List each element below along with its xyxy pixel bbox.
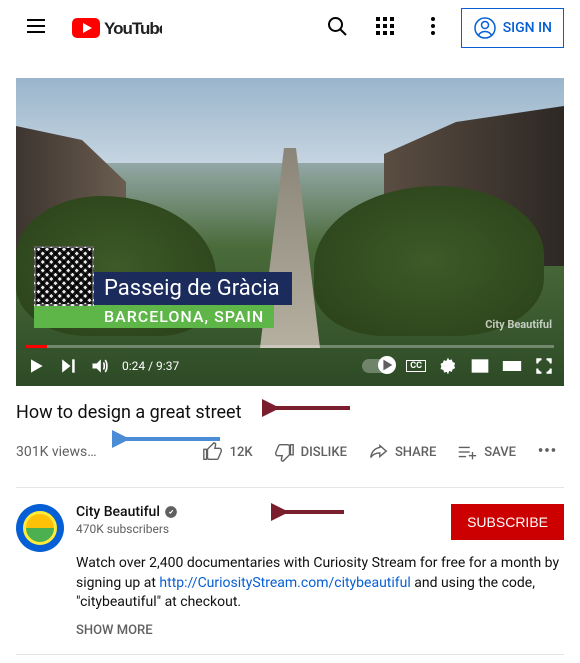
channel-top: City Beautiful 470K subscribers Subscrib… [76,504,564,540]
verified-badge-icon [164,505,178,519]
playlist-add-icon [456,441,478,463]
hamburger-menu-button[interactable] [16,6,56,50]
time-display: 0:24 / 9:37 [122,359,179,373]
thumbs-up-icon [202,441,224,463]
map-thumb-icon [34,246,94,306]
settings-gear-button[interactable] [438,356,458,376]
svg-text:YouTube: YouTube [104,19,162,38]
miniplayer-icon [470,356,490,376]
share-label: SHARE [395,445,436,460]
like-button[interactable]: 12K [196,435,259,469]
channel-watermark: City Beautiful [485,319,552,330]
signin-label: Sign In [503,20,552,36]
user-icon [473,16,497,40]
subscribe-button[interactable]: Subscribe [451,504,564,540]
signin-button[interactable]: Sign In [461,8,564,48]
separator [16,654,564,655]
action-buttons: 12K DISLIKE SHARE SAVE [196,433,564,471]
apps-button[interactable] [365,6,405,50]
controls-left: 0:24 / 9:37 [26,356,179,376]
channel-name: City Beautiful [76,504,160,520]
save-label: SAVE [484,445,516,460]
video-title: How to design a great street [16,402,564,423]
player-controls: 0:24 / 9:37 CC [16,346,564,386]
annotation-arrow [271,500,346,524]
hamburger-icon [24,14,48,38]
info-row: 301K views… 12K DISLIKE SHARE SAVE [16,433,564,471]
dislike-button[interactable]: DISLIKE [267,435,353,469]
cc-icon: CC [406,360,426,372]
dislike-label: DISLIKE [301,445,347,460]
autoplay-toggle[interactable] [362,359,394,373]
video-bg-trees [314,186,544,336]
channel-body: City Beautiful 470K subscribers Subscrib… [76,504,564,638]
search-icon [325,14,349,38]
more-actions-button[interactable] [530,433,564,471]
description-link[interactable]: http://CuriosityStream.com/citybeautiful [159,575,410,591]
like-count: 12K [230,445,253,460]
captions-button[interactable]: CC [406,360,426,372]
play-icon [26,356,46,376]
theater-icon [502,356,522,376]
view-count: 301K views… [16,444,97,460]
next-icon [58,356,78,376]
share-button[interactable]: SHARE [361,435,442,469]
settings-button[interactable] [413,6,453,50]
thumbs-down-icon [273,441,295,463]
avatar-icon [23,511,57,545]
header-left: YouTube [16,6,162,50]
volume-icon [90,356,110,376]
miniplayer-button[interactable] [470,356,490,376]
caption-city: BARCELONA, SPAIN [34,305,274,328]
theater-button[interactable] [502,356,522,376]
youtube-logo-icon: YouTube [72,18,162,38]
video-meta: How to design a great street 301K views…… [0,386,580,479]
youtube-logo[interactable]: YouTube [72,18,162,38]
fullscreen-icon [534,356,554,376]
share-icon [367,441,389,463]
autoplay-pill-icon [362,359,394,373]
channel-section: City Beautiful 470K subscribers Subscrib… [0,496,580,646]
video-caption-overlay: Passeig de Gràcia BARCELONA, SPAIN [34,272,292,328]
play-button[interactable] [26,356,46,376]
apps-grid-icon [373,14,397,38]
save-button[interactable]: SAVE [450,435,522,469]
channel-name-row[interactable]: City Beautiful [76,504,178,520]
controls-right: CC [362,356,554,376]
header: YouTube Sign In [0,0,580,56]
video-player[interactable]: Passeig de Gràcia BARCELONA, SPAIN City … [16,78,564,386]
channel-avatar[interactable] [16,504,64,552]
next-button[interactable] [58,356,78,376]
video-description: Watch over 2,400 documentaries with Curi… [76,554,564,613]
more-horizontal-icon [536,439,558,461]
separator [16,487,564,488]
search-button[interactable] [317,6,357,50]
kebab-icon [421,14,445,38]
header-right: Sign In [317,6,564,50]
fullscreen-button[interactable] [534,356,554,376]
subscriber-count: 470K subscribers [76,522,178,536]
show-more-button[interactable]: SHOW MORE [76,623,564,638]
gear-icon [438,356,458,376]
volume-button[interactable] [90,356,110,376]
